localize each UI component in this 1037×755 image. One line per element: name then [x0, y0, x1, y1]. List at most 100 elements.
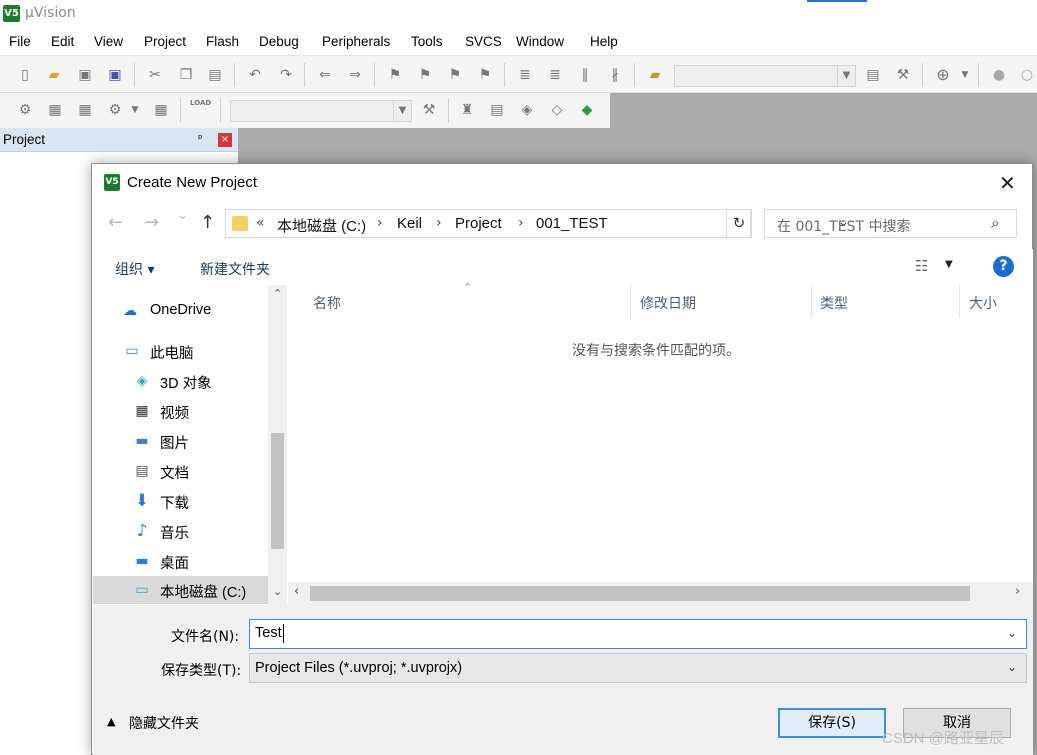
save-button[interactable]: 保存(S) — [778, 708, 886, 738]
menu-peripherals[interactable]: Peripherals — [322, 34, 390, 49]
column-divider[interactable] — [630, 285, 631, 318]
menu-svcs[interactable]: SVCS — [465, 34, 502, 49]
chevron-down-icon[interactable]: ⌄ — [1007, 626, 1017, 640]
column-header-modified[interactable]: 修改日期 — [640, 293, 696, 313]
indent-icon[interactable]: ≣ — [516, 66, 534, 84]
save-all-icon[interactable]: ▣ — [106, 66, 124, 84]
nav-back-icon[interactable]: ⇐ — [316, 66, 334, 84]
breakpoint-icon[interactable]: ● — [990, 66, 1008, 84]
column-header-name[interactable]: 名称 — [313, 293, 341, 313]
cut-icon[interactable]: ✂ — [146, 66, 164, 84]
menu-project[interactable]: Project — [144, 34, 186, 49]
chevron-up-icon[interactable]: ⌃ — [273, 287, 282, 300]
breadcrumb-c-drive[interactable]: 本地磁盘 (C:) — [277, 215, 366, 236]
menu-view[interactable]: View — [94, 34, 123, 49]
chevron-down-icon[interactable]: ▼ — [126, 101, 144, 119]
nav-scrollbar[interactable]: ⌃ ⌄ — [268, 285, 287, 605]
nav-item-pictures[interactable]: ▬ 图片 — [93, 427, 269, 455]
uncomment-icon[interactable]: ∦ — [606, 66, 624, 84]
undo-icon[interactable]: ↶ — [246, 66, 264, 84]
scroll-thumb[interactable] — [271, 433, 284, 549]
organize-button[interactable]: 组织 ▾ — [115, 259, 154, 279]
chevron-down-icon[interactable]: ▼ — [945, 259, 953, 270]
scroll-thumb[interactable] — [310, 586, 970, 601]
chevron-right-icon[interactable]: › — [1015, 584, 1020, 599]
pin-icon[interactable]: ᵖ — [198, 132, 203, 145]
search-icon[interactable]: ⌕ — [991, 214, 999, 232]
address-bar[interactable]: « 本地磁盘 (C:) › Keil › Project › 001_TEST … — [225, 209, 849, 238]
nav-item-downloads[interactable]: ⬇ 下载 — [93, 487, 269, 515]
runtime-env-green-icon[interactable]: ◆ — [578, 101, 596, 119]
nav-item-this-pc[interactable]: ▭ 此电脑 — [93, 337, 269, 365]
paste-icon[interactable]: ▤ — [206, 66, 224, 84]
find-icon[interactable]: ▤ — [864, 66, 882, 84]
chevron-left-icon[interactable]: ‹ — [294, 584, 299, 599]
bookmark-clear-icon[interactable]: ⚑ — [476, 66, 494, 84]
menu-file[interactable]: File — [9, 34, 31, 49]
manage-components-icon[interactable]: ♜ — [458, 101, 476, 119]
comment-icon[interactable]: ∥ — [576, 66, 594, 84]
breadcrumb-overflow[interactable]: « — [256, 215, 265, 231]
nav-item-documents[interactable]: ▤ 文档 — [93, 457, 269, 485]
chevron-down-icon[interactable]: ▼ — [837, 66, 855, 86]
breadcrumb-keil[interactable]: Keil — [397, 215, 422, 232]
runtime-env-icon[interactable]: ◇ — [548, 101, 566, 119]
find-in-files-icon[interactable]: ▰ — [646, 66, 664, 84]
breakpoint-disable-icon[interactable]: ○ — [1018, 66, 1036, 84]
chevron-down-icon[interactable]: ⌄ — [273, 585, 282, 598]
chevron-down-icon[interactable]: ▼ — [393, 101, 411, 121]
column-header-size[interactable]: 大小 — [969, 293, 997, 313]
build-icon[interactable]: ▦ — [46, 101, 64, 119]
target-options-icon[interactable]: ⚒ — [420, 101, 438, 119]
menu-help[interactable]: Help — [590, 34, 618, 49]
menu-window[interactable]: Window — [516, 34, 564, 49]
menu-tools[interactable]: Tools — [411, 34, 443, 49]
column-header-type[interactable]: 类型 — [820, 293, 848, 313]
batch-build-icon[interactable]: ⚙ — [106, 101, 124, 119]
new-file-icon[interactable]: ▯ — [16, 66, 34, 84]
view-options-icon[interactable]: ☷ — [915, 257, 928, 275]
new-folder-button[interactable]: 新建文件夹 — [200, 259, 270, 279]
chevron-down-icon[interactable]: ▼ — [956, 66, 974, 84]
menu-edit[interactable]: Edit — [51, 34, 74, 49]
nav-forward-icon[interactable]: ⇒ — [346, 66, 364, 84]
nav-item-local-disk[interactable]: ▭ 本地磁盘 (C:) — [93, 576, 269, 604]
incremental-find-icon[interactable]: ⚒ — [894, 66, 912, 84]
close-icon[interactable]: × — [218, 133, 232, 147]
nav-item-music[interactable]: ♪ 音乐 — [93, 517, 269, 545]
nav-item-3d-objects[interactable]: ◈ 3D 对象 — [93, 367, 269, 395]
bookmark-next-icon[interactable]: ⚑ — [446, 66, 464, 84]
rebuild-icon[interactable]: ▦ — [76, 101, 94, 119]
bookmark-set-icon[interactable]: ⚑ — [386, 66, 404, 84]
file-name-input[interactable]: Test ⌄ — [249, 619, 1027, 649]
unindent-icon[interactable]: ≣ — [546, 66, 564, 84]
find-combo[interactable]: ▼ — [674, 65, 856, 87]
open-file-icon[interactable]: ▰ — [45, 66, 63, 84]
search-input[interactable]: 在 001_TEST 中搜索 ⌕ — [764, 209, 1017, 238]
breadcrumb-001-test[interactable]: 001_TEST — [536, 215, 608, 232]
menu-flash[interactable]: Flash — [206, 34, 239, 49]
recent-locations-icon[interactable]: ⌄ — [177, 208, 188, 223]
column-divider[interactable] — [959, 285, 960, 318]
refresh-icon[interactable]: ↻ — [726, 209, 752, 238]
debug-session-icon[interactable]: ⊕ — [934, 66, 952, 84]
back-arrow-icon[interactable]: ← — [108, 212, 123, 233]
dialog-close-button[interactable]: ✕ — [999, 171, 1016, 195]
breadcrumb-project[interactable]: Project — [455, 215, 502, 232]
pack-installer-icon[interactable]: ▤ — [488, 101, 506, 119]
menu-debug[interactable]: Debug — [259, 34, 299, 49]
download-icon[interactable]: LOAD — [190, 99, 211, 117]
copy-icon[interactable]: ❐ — [177, 66, 195, 84]
target-combo[interactable]: ▼ — [230, 100, 412, 122]
redo-icon[interactable]: ↷ — [277, 66, 295, 84]
file-type-select[interactable]: Project Files (*.uvproj; *.uvprojx) ⌄ — [249, 653, 1027, 683]
translate-icon[interactable]: ⚙ — [16, 101, 34, 119]
nav-item-onedrive[interactable]: ☁ OneDrive — [93, 297, 269, 325]
nav-item-video[interactable]: ▦ 视频 — [93, 397, 269, 425]
bookmark-prev-icon[interactable]: ⚑ — [416, 66, 434, 84]
save-icon[interactable]: ▣ — [76, 66, 94, 84]
forward-arrow-icon[interactable]: → — [144, 212, 159, 233]
horizontal-scrollbar[interactable]: ‹ › — [288, 582, 1033, 605]
help-icon[interactable]: ? — [993, 256, 1014, 277]
nav-item-desktop[interactable]: ▬ 桌面 — [93, 547, 269, 575]
